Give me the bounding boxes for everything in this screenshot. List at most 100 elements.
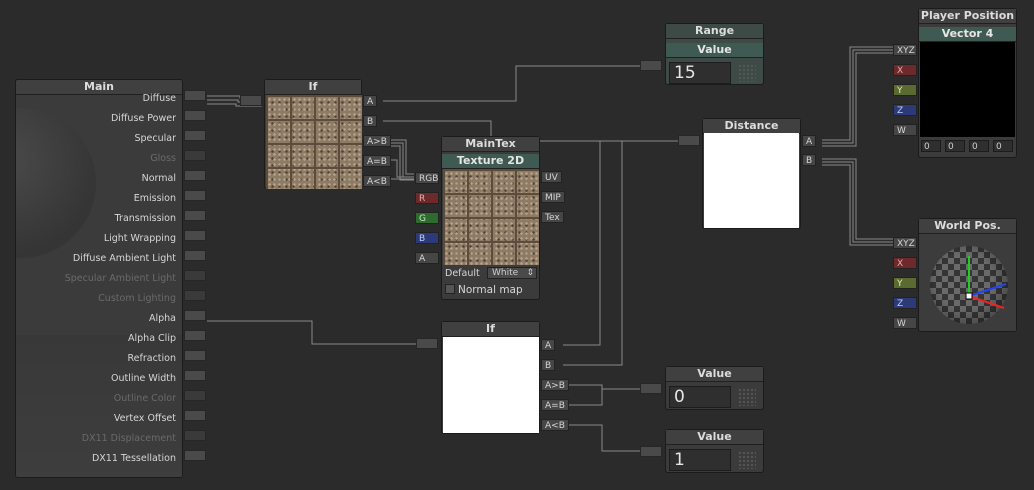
if-node-bottom[interactable]: If — [441, 321, 540, 434]
main-input-label: Outline Color — [113, 393, 176, 404]
player-position-preview — [920, 42, 1015, 137]
if-bottom-output-3[interactable]: A=B — [541, 399, 569, 411]
main-input-port[interactable] — [184, 330, 206, 341]
main-input-port[interactable] — [184, 410, 206, 421]
distance-output-0[interactable]: A — [802, 135, 817, 147]
value-node-0[interactable]: Value 0 — [665, 366, 764, 410]
range-title: Range — [666, 24, 763, 39]
maintex-subtitle: Texture 2D — [442, 154, 539, 169]
distance-title: Distance — [703, 119, 800, 134]
maintex-output-2[interactable]: Tex — [541, 211, 564, 223]
dropdown-arrow-icon: ⇕ — [526, 268, 534, 278]
distance-input-port[interactable] — [678, 135, 700, 146]
main-input-port[interactable] — [184, 450, 206, 461]
normal-map-checkbox[interactable] — [445, 284, 455, 294]
value-1-grip-icon[interactable] — [738, 451, 756, 469]
main-input-label: Light Wrapping — [103, 233, 176, 244]
main-input-label: Gloss — [150, 153, 176, 164]
maintex-title: MainTex — [442, 137, 539, 152]
range-node[interactable]: Range Value 15 — [665, 23, 764, 85]
range-input-port[interactable] — [640, 60, 662, 71]
main-input-port[interactable] — [184, 210, 206, 221]
value-0-input-port[interactable] — [640, 383, 662, 394]
player-position-input-3[interactable]: Z — [893, 104, 917, 116]
main-input-port[interactable] — [184, 190, 206, 201]
main-input-port[interactable] — [184, 90, 206, 101]
main-input-label: Normal — [141, 173, 176, 184]
if-bottom-output-0[interactable]: A — [541, 339, 556, 351]
player-position-value-0[interactable]: 0 — [921, 140, 941, 152]
world-pos-input-1[interactable]: X — [893, 257, 917, 269]
world-pos-input-4[interactable]: W — [893, 317, 917, 329]
maintex-input-0[interactable]: RGB — [415, 172, 439, 184]
world-pos-input-3[interactable]: Z — [893, 297, 917, 309]
if-node-top[interactable]: If — [264, 79, 362, 189]
player-position-node[interactable]: Player Position Vector 4 0000 — [918, 8, 1017, 158]
maintex-default-label: Default — [445, 268, 480, 279]
player-position-value-1[interactable]: 0 — [945, 140, 965, 152]
normal-map-label: Normal map — [458, 284, 523, 296]
value-0-field[interactable]: 0 — [669, 386, 731, 408]
main-input-port[interactable] — [184, 250, 206, 261]
value-0-grip-icon[interactable] — [738, 388, 756, 406]
main-input-label: Diffuse Ambient Light — [72, 253, 176, 264]
player-position-input-4[interactable]: W — [893, 124, 917, 136]
main-input-label: Vertex Offset — [113, 413, 176, 424]
world-pos-title: World Pos. — [919, 219, 1016, 234]
if-bottom-input-port[interactable] — [416, 338, 438, 349]
main-input-label: Specular — [134, 133, 176, 144]
main-node[interactable]: Main Diffuse Diffuse Power Specular Gloss No… — [15, 79, 183, 478]
player-position-value-2[interactable]: 0 — [969, 140, 989, 152]
maintex-output-1[interactable]: MIP — [541, 191, 565, 203]
player-position-subtitle: Vector 4 — [919, 27, 1016, 42]
if-bottom-output-1[interactable]: B — [541, 359, 556, 371]
value-node-1[interactable]: Value 1 — [665, 429, 764, 473]
player-position-input-0[interactable]: XYZ — [893, 44, 917, 56]
maintex-node[interactable]: MainTex Texture 2D Default White ⇕ Norma… — [441, 136, 540, 300]
maintex-output-0[interactable]: UV — [541, 171, 562, 183]
world-pos-node[interactable]: World Pos. — [918, 218, 1017, 332]
main-input-port[interactable] — [184, 110, 206, 121]
main-input-label: DX11 Tessellation — [91, 453, 176, 464]
player-position-input-2[interactable]: Y — [893, 84, 917, 96]
if-top-input-port[interactable] — [240, 95, 262, 106]
distance-output-1[interactable]: B — [802, 154, 817, 166]
if-top-output-4[interactable]: A<B — [363, 175, 391, 187]
world-pos-input-0[interactable]: XYZ — [893, 237, 917, 249]
maintex-input-3[interactable]: B — [415, 232, 439, 244]
main-input-port[interactable] — [184, 130, 206, 141]
range-value-field[interactable]: 15 — [669, 62, 731, 84]
player-position-input-1[interactable]: X — [893, 64, 917, 76]
main-input-port[interactable] — [184, 310, 206, 321]
range-subtitle: Value — [666, 43, 763, 58]
maintex-default-dropdown[interactable]: White ⇕ — [487, 267, 537, 279]
distance-node[interactable]: Distance — [702, 118, 801, 229]
main-input-label: Outline Width — [111, 373, 176, 384]
main-input-port[interactable] — [184, 230, 206, 241]
world-pos-input-2[interactable]: Y — [893, 277, 917, 289]
main-input-label: Specular Ambient Light — [64, 273, 176, 284]
main-input-port[interactable] — [184, 350, 206, 361]
maintex-input-1[interactable]: R — [415, 192, 439, 204]
if-bottom-output-4[interactable]: A<B — [541, 419, 569, 431]
maintex-input-2[interactable]: G — [415, 212, 439, 224]
if-top-output-1[interactable]: B — [363, 115, 378, 127]
player-position-value-3[interactable]: 0 — [993, 140, 1013, 152]
maintex-texture-preview[interactable] — [443, 169, 539, 265]
main-input-label: Diffuse Power — [110, 113, 176, 124]
main-input-label: Emission — [133, 193, 176, 204]
if-top-output-3[interactable]: A=B — [363, 155, 391, 167]
main-input-port[interactable] — [184, 370, 206, 381]
main-input-label: Transmission — [114, 213, 176, 224]
range-grip-icon[interactable] — [738, 64, 756, 82]
player-position-title: Player Position — [919, 9, 1016, 24]
value-1-field[interactable]: 1 — [669, 449, 731, 471]
if-top-output-0[interactable]: A — [363, 95, 378, 107]
value-1-input-port[interactable] — [640, 446, 662, 457]
maintex-input-4[interactable]: A — [415, 252, 439, 264]
value-0-title: Value — [666, 367, 763, 382]
main-input-label: DX11 Displacement — [81, 433, 176, 444]
if-top-output-2[interactable]: A>B — [363, 135, 391, 147]
if-bottom-output-2[interactable]: A>B — [541, 379, 569, 391]
main-input-port[interactable] — [184, 170, 206, 181]
